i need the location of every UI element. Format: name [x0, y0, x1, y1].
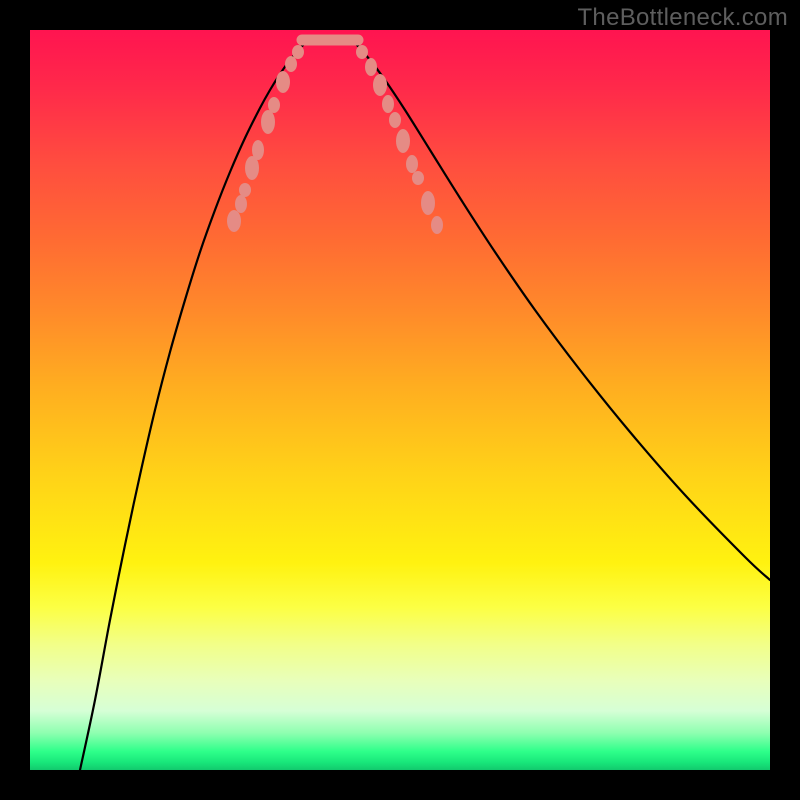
data-dot — [235, 195, 247, 213]
data-dot — [389, 112, 401, 128]
data-dot — [252, 140, 264, 160]
data-dot — [261, 110, 275, 134]
attribution-text: TheBottleneck.com — [577, 4, 788, 32]
dots-right — [356, 45, 443, 234]
chart-stage: TheBottleneck.com — [0, 0, 800, 800]
data-dot — [227, 210, 241, 232]
data-dot — [268, 97, 280, 113]
data-dot — [406, 155, 418, 173]
data-dot — [421, 191, 435, 215]
data-dot — [285, 56, 297, 72]
data-dot — [276, 71, 290, 93]
right-curve — [356, 44, 770, 580]
chart-svg — [30, 30, 770, 770]
data-dot — [382, 95, 394, 113]
data-dot — [239, 183, 251, 197]
data-dot — [431, 216, 443, 234]
data-dot — [373, 74, 387, 96]
data-dot — [412, 171, 424, 185]
left-curve — [80, 44, 304, 770]
dots-left — [227, 45, 304, 232]
data-dot — [365, 58, 377, 76]
data-dot — [292, 45, 304, 59]
data-dot — [356, 45, 368, 59]
plot-area — [30, 30, 770, 770]
data-dot — [396, 129, 410, 153]
